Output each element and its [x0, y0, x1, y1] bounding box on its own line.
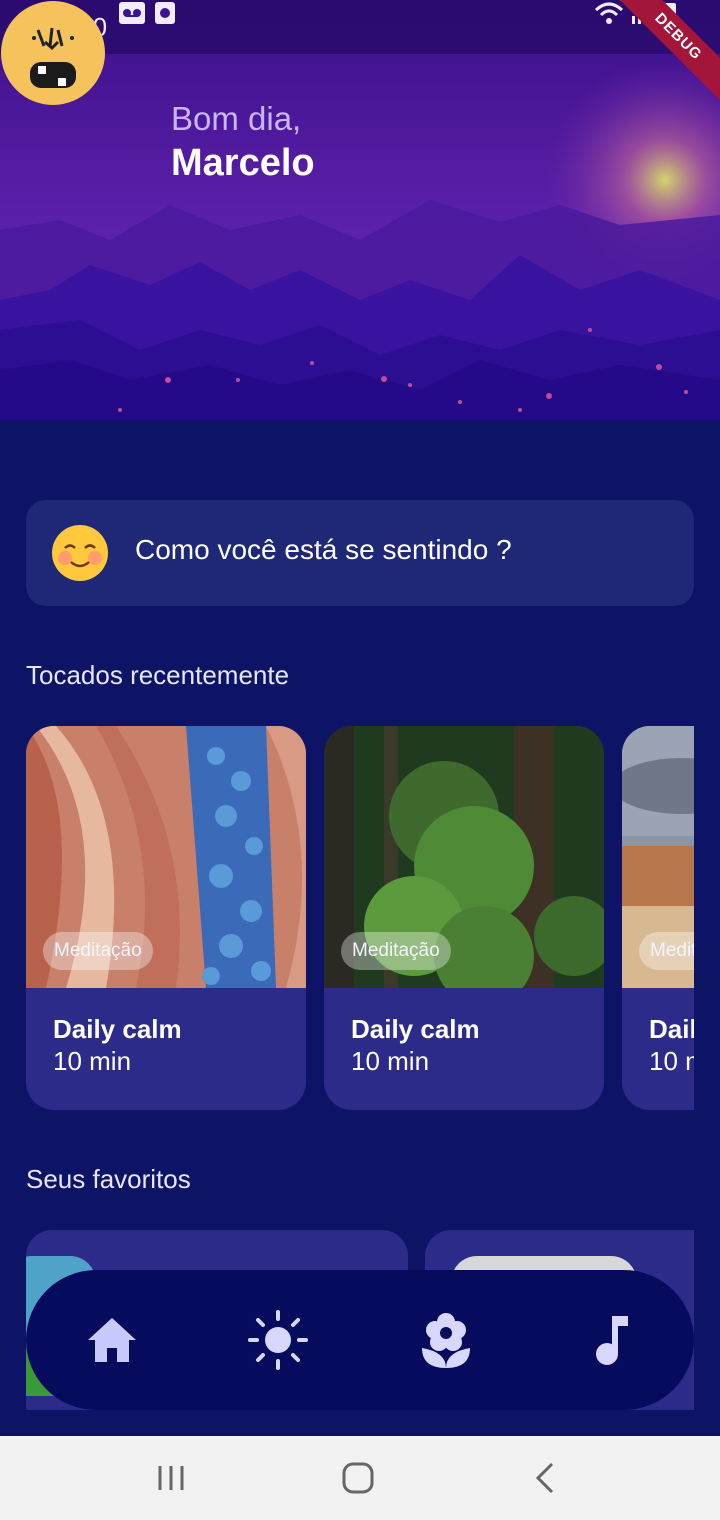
home-icon: [88, 1318, 136, 1362]
card-duration: 10 min: [53, 1046, 132, 1076]
card-duration: 10 min: [649, 1046, 694, 1076]
home-circle-icon[interactable]: [338, 1458, 378, 1498]
card-title: Daily calm: [351, 1014, 480, 1044]
card-duration: 10 min: [351, 1046, 430, 1076]
greeting-text: Bom dia,: [171, 100, 302, 137]
category-chip: Meditação: [43, 932, 153, 970]
recent-card-2[interactable]: Meditação Daily calm 10 min: [324, 726, 604, 1110]
mood-prompt: Como você está se sentindo ?: [135, 534, 512, 565]
user-name: Marcelo: [171, 142, 315, 184]
category-chip: Meditação: [341, 932, 451, 970]
sun-icon: [248, 1310, 308, 1370]
mood-check-card[interactable]: Como você está se sentindo ?: [26, 500, 694, 606]
bottom-nav: [26, 1270, 694, 1410]
card-title: Daily calm: [53, 1014, 182, 1044]
category-chip: Meditação: [639, 932, 694, 970]
system-nav-bar: [0, 1436, 720, 1520]
nav-music[interactable]: [580, 1308, 644, 1372]
smiling-face-icon: [52, 525, 108, 581]
nav-sun[interactable]: [246, 1308, 310, 1372]
screen-record-icon: [155, 2, 175, 24]
voicemail-icon: [119, 2, 145, 24]
card-title: Daily calm: [649, 1014, 694, 1044]
nav-home[interactable]: [80, 1308, 144, 1372]
mountain-illustration: [0, 0, 720, 420]
recent-apps-icon[interactable]: [152, 1458, 192, 1498]
nav-flower[interactable]: [414, 1308, 478, 1372]
header-hero: 17:10 DEBUG Bom dia, Marcelo: [0, 0, 720, 420]
flower-icon: [422, 1313, 470, 1368]
recent-card-3[interactable]: Meditação Daily calm 10 min: [622, 726, 694, 1110]
wifi-icon: [594, 2, 624, 24]
avatar[interactable]: [0, 0, 106, 106]
recent-card-1[interactable]: Meditação Daily calm 10 min: [26, 726, 306, 1110]
music-note-icon: [596, 1316, 628, 1365]
favorites-section-title: Seus favoritos: [26, 1164, 191, 1194]
recent-carousel[interactable]: Meditação Daily calm 10 min Meditação Da…: [26, 726, 694, 1112]
recent-section-title: Tocados recentemente: [26, 660, 290, 690]
back-icon[interactable]: [526, 1458, 566, 1498]
